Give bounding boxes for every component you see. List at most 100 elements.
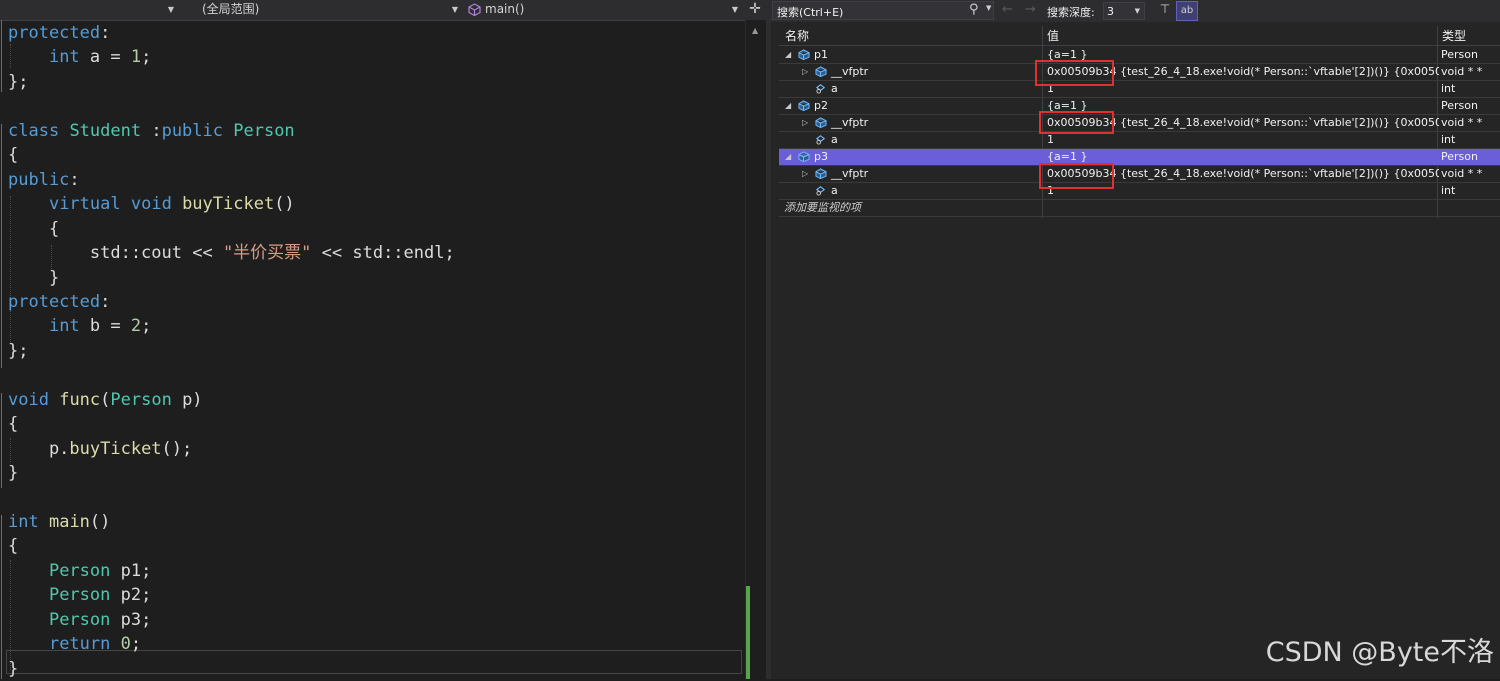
arrow-left-icon[interactable]: ← <box>1002 2 1013 17</box>
chevron-down-icon: ▼ <box>451 5 458 14</box>
code-line[interactable]: } <box>8 657 18 681</box>
code-line[interactable]: class Student :public Person <box>8 119 295 143</box>
watch-row[interactable]: ▷ __vfptr 0x00509b34 {test_26_4_18.exe!voi… <box>779 115 1500 132</box>
code-line[interactable]: void func(Person p) <box>8 388 203 412</box>
code-token: void <box>130 194 172 214</box>
code-token: }; <box>8 341 29 361</box>
code-line[interactable]: { <box>8 412 18 436</box>
add-watch-item[interactable]: 添加要监视的项 <box>779 200 1500 217</box>
highlight-box <box>1039 111 1114 134</box>
code-line[interactable]: Person p3; <box>8 608 151 632</box>
code-line[interactable]: { <box>8 143 18 167</box>
collapse-arrow-icon[interactable]: ◢ <box>785 47 791 63</box>
code-token: Person <box>48 561 111 581</box>
code-token: Person <box>110 390 172 410</box>
function-combo[interactable]: main() ▼ <box>464 1 742 18</box>
scope-combo-text: (全局范围) <box>202 2 260 16</box>
code-token: { <box>8 414 19 434</box>
code-token: "半价买票" <box>222 243 312 263</box>
object-icon <box>815 168 827 179</box>
watch-type-cell: int <box>1441 82 1456 95</box>
code-line[interactable]: p.buyTicket(); <box>8 437 192 461</box>
watch-row[interactable]: ▷ __vfptr 0x00509b34 {test_26_4_18.exe!voi… <box>779 166 1500 183</box>
code-line[interactable]: public: <box>8 168 80 192</box>
watch-row[interactable]: ◢ p1 {a=1 } Person <box>779 47 1500 64</box>
editor-vertical-scrollbar[interactable]: ▲ <box>745 20 767 679</box>
pin-icon[interactable]: ⊤ <box>1157 2 1173 19</box>
fold-region-bar <box>1 393 2 488</box>
watch-row[interactable]: ◢ p3 {a=1 } Person <box>779 149 1500 166</box>
code-token: ; <box>130 634 142 654</box>
code-token: ; <box>141 316 152 336</box>
watch-search-box[interactable]: 搜索(Ctrl+E) ⚲ ▼ <box>772 1 994 20</box>
code-token: main <box>48 512 90 532</box>
code-line[interactable]: } <box>8 266 59 290</box>
code-line[interactable]: }; <box>8 70 28 94</box>
code-line[interactable]: protected: <box>8 21 110 45</box>
code-token: func <box>59 390 101 410</box>
code-line[interactable]: { <box>8 534 18 558</box>
object-icon <box>798 49 810 60</box>
code-line[interactable]: protected: <box>8 290 110 314</box>
scroll-up-arrow-icon[interactable]: ▲ <box>752 26 758 35</box>
project-combo[interactable]: ▼ <box>0 1 178 18</box>
code-token: : <box>100 23 111 43</box>
code-token: public <box>161 121 223 141</box>
code-token: buyTicket <box>69 439 162 459</box>
expand-arrow-icon[interactable]: ▷ <box>802 64 808 80</box>
hex-display-icon[interactable]: ab <box>1176 1 1198 21</box>
watch-row[interactable]: a 1 int <box>779 183 1500 200</box>
code-token: Student <box>69 121 142 141</box>
code-token: 0 <box>120 634 131 654</box>
code-line[interactable]: { <box>8 217 59 241</box>
watch-row[interactable]: a 1 int <box>779 81 1500 98</box>
code-line[interactable]: virtual void buyTicket() <box>8 192 295 216</box>
code-token: } <box>8 268 60 288</box>
watch-name-text: __vfptr <box>831 65 869 78</box>
column-header-name[interactable]: 名称 <box>785 26 809 46</box>
watch-type-cell: void * * <box>1441 167 1483 180</box>
code-line[interactable]: } <box>8 461 18 485</box>
code-token: }; <box>8 72 29 92</box>
search-depth-combo[interactable]: 3 ▼ <box>1103 2 1145 20</box>
split-window-icon[interactable]: ✛ <box>745 0 765 19</box>
watch-value-cell[interactable]: 1 <box>1047 132 1439 148</box>
code-token: () <box>89 512 111 532</box>
watch-row[interactable]: ◢ p2 {a=1 } Person <box>779 98 1500 115</box>
code-area[interactable]: protected: int a = 1;}; class Student :pu… <box>0 20 745 679</box>
collapse-arrow-icon[interactable]: ◢ <box>785 98 791 114</box>
watch-row[interactable]: a 1 int <box>779 132 1500 149</box>
chevron-down-icon[interactable]: ▼ <box>986 4 991 12</box>
code-token: public <box>8 170 70 190</box>
scope-combo[interactable]: (全局范围) ▼ <box>180 1 462 18</box>
code-line[interactable]: int main() <box>8 510 110 534</box>
field-icon <box>815 135 826 145</box>
code-token: p3; <box>110 610 152 630</box>
search-depth-label: 搜索深度: <box>1047 6 1095 19</box>
code-line[interactable]: }; <box>8 339 28 363</box>
code-line[interactable]: return 0; <box>8 632 141 656</box>
expand-arrow-icon[interactable]: ▷ <box>802 115 808 131</box>
code-line[interactable]: int b = 2; <box>8 314 151 338</box>
code-line[interactable]: int a = 1; <box>8 45 151 69</box>
code-token: { <box>8 219 60 239</box>
search-icon[interactable]: ⚲ <box>969 2 979 17</box>
column-header-value[interactable]: 值 <box>1047 26 1059 46</box>
watch-name-text: __vfptr <box>831 167 869 180</box>
method-cube-icon <box>468 3 481 16</box>
watch-row[interactable]: ▷ __vfptr 0x00509b34 {test_26_4_18.exe!voi… <box>779 64 1500 81</box>
code-line[interactable]: Person p2; <box>8 583 151 607</box>
watch-name-cell: ◢ p3 <box>779 149 1041 165</box>
code-token: << std::endl; <box>311 243 455 263</box>
arrow-right-icon[interactable]: → <box>1025 2 1036 17</box>
code-line[interactable]: std::cout << "半价买票" << std::endl; <box>8 241 455 265</box>
collapse-arrow-icon[interactable]: ◢ <box>785 149 791 165</box>
code-line[interactable]: Person p1; <box>8 559 151 583</box>
column-header-type[interactable]: 类型 <box>1442 26 1466 46</box>
expand-arrow-icon[interactable]: ▷ <box>802 166 808 182</box>
